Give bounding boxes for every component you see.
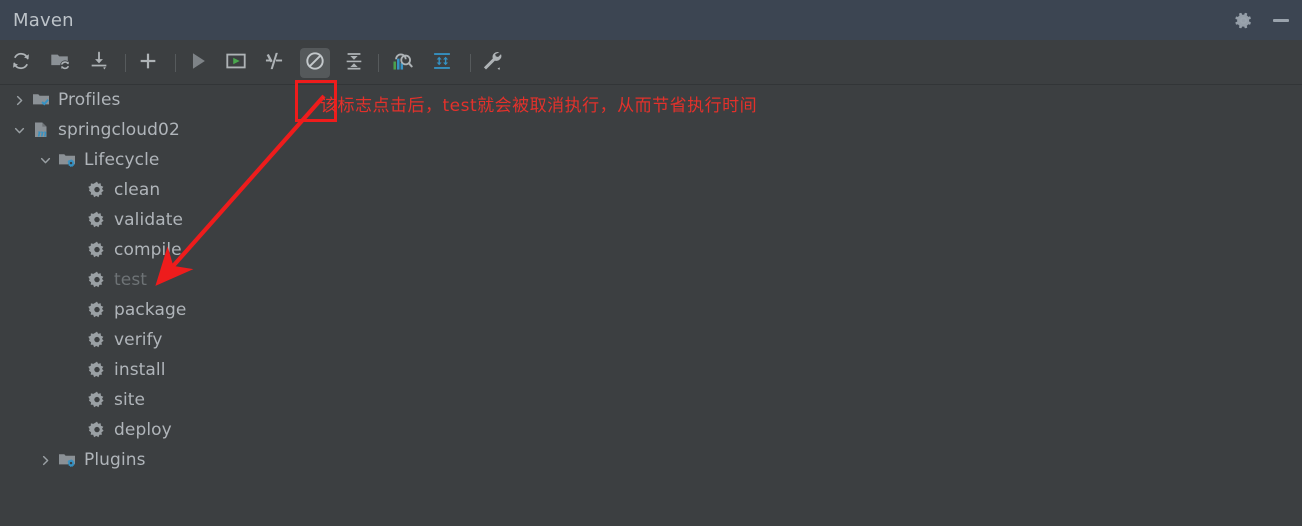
tree-row-test[interactable]: test <box>0 265 620 295</box>
goal-gear-icon <box>86 271 108 289</box>
annotation-text: 该标志点击后，test就会被取消执行，从而节省执行时间 <box>320 96 758 116</box>
goal-gear-icon <box>86 301 108 319</box>
skip-tests-button[interactable] <box>300 48 330 78</box>
expand-all-button[interactable] <box>429 50 455 76</box>
tree-label: deploy <box>114 420 172 440</box>
refresh-icon <box>10 50 32 76</box>
svg-text:m: m <box>37 130 47 139</box>
add-maven-project-button[interactable] <box>135 50 161 76</box>
minimize-bar <box>1273 18 1289 22</box>
tree-row-site[interactable]: site <box>0 385 620 415</box>
goal-gear-icon <box>86 211 108 229</box>
profiles-folder-icon <box>30 91 52 109</box>
tree-row-plugins[interactable]: Plugins <box>0 445 620 475</box>
reload-all-maven-projects-button[interactable] <box>8 50 34 76</box>
lifecycle-folder-icon <box>56 151 78 169</box>
run-maven-build-button[interactable] <box>185 50 211 76</box>
tree-label: Plugins <box>84 450 146 470</box>
tree-row-compile[interactable]: compile <box>0 235 620 265</box>
page-title: Maven <box>13 9 74 31</box>
tree-row-clean[interactable]: clean <box>0 175 620 205</box>
toolbar-separator <box>125 54 126 72</box>
tree-row-deploy[interactable]: deploy <box>0 415 620 445</box>
tree-row-validate[interactable]: validate <box>0 205 620 235</box>
goal-gear-icon <box>86 241 108 259</box>
tree-label: Profiles <box>58 90 121 110</box>
chevron-right-icon[interactable] <box>8 95 30 106</box>
goal-gear-icon <box>86 181 108 199</box>
titlebar-actions <box>1232 0 1292 40</box>
tree-row-lifecycle[interactable]: Lifecycle <box>0 145 620 175</box>
generate-sources-button[interactable] <box>47 50 73 76</box>
tree-label: verify <box>114 330 163 350</box>
tree-label: package <box>114 300 187 320</box>
skip-tests-icon <box>304 50 326 76</box>
tree-row-verify[interactable]: verify <box>0 325 620 355</box>
tree-label: validate <box>114 210 184 230</box>
analyzer-icon <box>391 50 414 77</box>
maven-toolbar <box>0 40 1302 122</box>
chevron-down-icon[interactable] <box>8 125 30 136</box>
minimize-icon[interactable] <box>1270 9 1292 31</box>
gear-icon[interactable] <box>1232 9 1254 31</box>
maven-tool-window: Maven Profiles m springcloud02 Lifecycle… <box>0 0 1302 526</box>
plus-icon <box>137 50 159 76</box>
tree-label: test <box>114 270 148 290</box>
tree-label: site <box>114 390 146 410</box>
maven-settings-button[interactable] <box>479 50 505 76</box>
toggle-offline-mode-button[interactable] <box>261 50 287 76</box>
tree-row-install[interactable]: install <box>0 355 620 385</box>
tree-row-package[interactable]: package <box>0 295 620 325</box>
tree-label: springcloud02 <box>58 120 180 140</box>
execute-maven-goal-button[interactable] <box>223 50 249 76</box>
tree-row-springcloud02[interactable]: m springcloud02 <box>0 115 620 145</box>
play-icon <box>187 50 209 76</box>
toolbar-separator <box>470 54 471 72</box>
toolbar-separator <box>378 54 379 72</box>
maven-project-icon: m <box>30 121 52 139</box>
collapse-all-icon <box>343 50 365 76</box>
folder-refresh-icon <box>49 50 71 76</box>
tree-label: clean <box>114 180 161 200</box>
chevron-down-icon[interactable] <box>34 155 56 166</box>
goal-gear-icon <box>86 361 108 379</box>
maven-projects-tree: Profiles m springcloud02 Lifecycle clean… <box>0 85 620 475</box>
title-bar: Maven <box>0 0 1302 40</box>
wrench-icon <box>480 49 504 77</box>
dependency-analyzer-button[interactable] <box>389 50 415 76</box>
goal-gear-icon <box>86 421 108 439</box>
chevron-right-icon[interactable] <box>34 455 56 466</box>
collapse-all-button[interactable] <box>341 50 367 76</box>
tree-label: Lifecycle <box>84 150 160 170</box>
download-icon <box>88 50 110 76</box>
tree-label: compile <box>114 240 182 260</box>
toolbar-separator <box>175 54 176 72</box>
tree-label: install <box>114 360 166 380</box>
plugins-folder-icon <box>56 451 78 469</box>
offline-icon <box>263 50 285 76</box>
terminal-run-icon <box>225 50 247 76</box>
goal-gear-icon <box>86 331 108 349</box>
expand-all-icon <box>431 50 453 76</box>
download-sources-button[interactable] <box>86 50 112 76</box>
goal-gear-icon <box>86 391 108 409</box>
